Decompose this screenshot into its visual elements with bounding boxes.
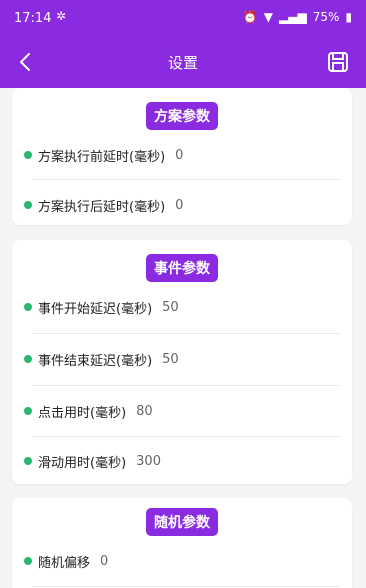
status-dot-icon: [24, 151, 32, 159]
status-dot-icon: [24, 201, 32, 209]
status-dot-icon: [24, 457, 32, 465]
section-plan-params: 方案参数 方案执行前延时(毫秒) 0 方案执行后延时(毫秒) 0: [12, 88, 352, 225]
section-title: 随机参数: [12, 508, 352, 536]
status-bar: 17:14 ✲ ⏰ ▼ ▂▄▆ 75% ▮: [0, 0, 366, 38]
section-title-badge: 事件参数: [146, 254, 218, 282]
setting-row[interactable]: 事件开始延迟(毫秒) 50: [24, 282, 340, 332]
status-icons: ⏰ ▼ ▂▄▆ 75% ▮: [243, 10, 352, 24]
section-random-params: 随机参数 随机偏移 0: [12, 498, 352, 588]
setting-row[interactable]: 滑动用时(毫秒) 300: [24, 436, 340, 486]
app-header: 17:14 ✲ ⏰ ▼ ▂▄▆ 75% ▮ 设置: [0, 0, 366, 88]
section-title: 事件参数: [12, 254, 352, 282]
setting-row[interactable]: 方案执行后延时(毫秒) 0: [24, 180, 340, 230]
section-title: 方案参数: [12, 102, 352, 130]
setting-row[interactable]: 点击用时(毫秒) 80: [24, 386, 340, 436]
status-dot-icon: [24, 407, 32, 415]
setting-value: 0: [175, 197, 184, 213]
status-dot-icon: [24, 557, 32, 565]
battery-icon: ▮: [345, 10, 352, 24]
status-time: 17:14: [14, 11, 52, 26]
battery-percent: 75%: [312, 10, 340, 24]
signal-icon: ▂▄▆: [279, 10, 307, 24]
setting-value: 50: [162, 299, 179, 315]
status-dot-icon: [24, 355, 32, 363]
page-title: 设置: [167, 54, 198, 72]
setting-label: 随机偏移: [38, 555, 91, 571]
section-title-badge: 随机参数: [146, 508, 218, 536]
wifi-icon: ▼: [263, 10, 274, 24]
divider: [32, 586, 340, 587]
setting-label: 事件开始延迟(毫秒): [38, 301, 153, 317]
nav-bar: 设置: [0, 38, 366, 88]
setting-value: 50: [162, 351, 179, 367]
setting-row[interactable]: 事件结束延迟(毫秒) 50: [24, 334, 340, 384]
setting-value: 0: [100, 553, 109, 569]
notification-icon: ✲: [56, 9, 67, 23]
section-title-badge: 方案参数: [146, 102, 218, 130]
section-event-params: 事件参数 事件开始延迟(毫秒) 50 事件结束延迟(毫秒) 50 点击用时(毫秒…: [12, 240, 352, 484]
setting-label: 方案执行后延时(毫秒): [38, 199, 166, 215]
setting-label: 事件结束延迟(毫秒): [38, 353, 153, 369]
alarm-icon: ⏰: [242, 10, 258, 24]
save-icon[interactable]: [324, 48, 352, 76]
setting-label: 点击用时(毫秒): [38, 405, 127, 421]
setting-row[interactable]: 随机偏移 0: [24, 536, 340, 586]
setting-row[interactable]: 方案执行前延时(毫秒) 0: [24, 130, 340, 180]
setting-label: 方案执行前延时(毫秒): [38, 149, 166, 165]
status-dot-icon: [24, 303, 32, 311]
setting-value: 300: [136, 453, 161, 469]
setting-value: 0: [175, 147, 184, 163]
setting-value: 80: [136, 403, 153, 419]
settings-content[interactable]: 方案参数 方案执行前延时(毫秒) 0 方案执行后延时(毫秒) 0 事件参数 事件…: [0, 88, 366, 588]
setting-label: 滑动用时(毫秒): [38, 455, 127, 471]
